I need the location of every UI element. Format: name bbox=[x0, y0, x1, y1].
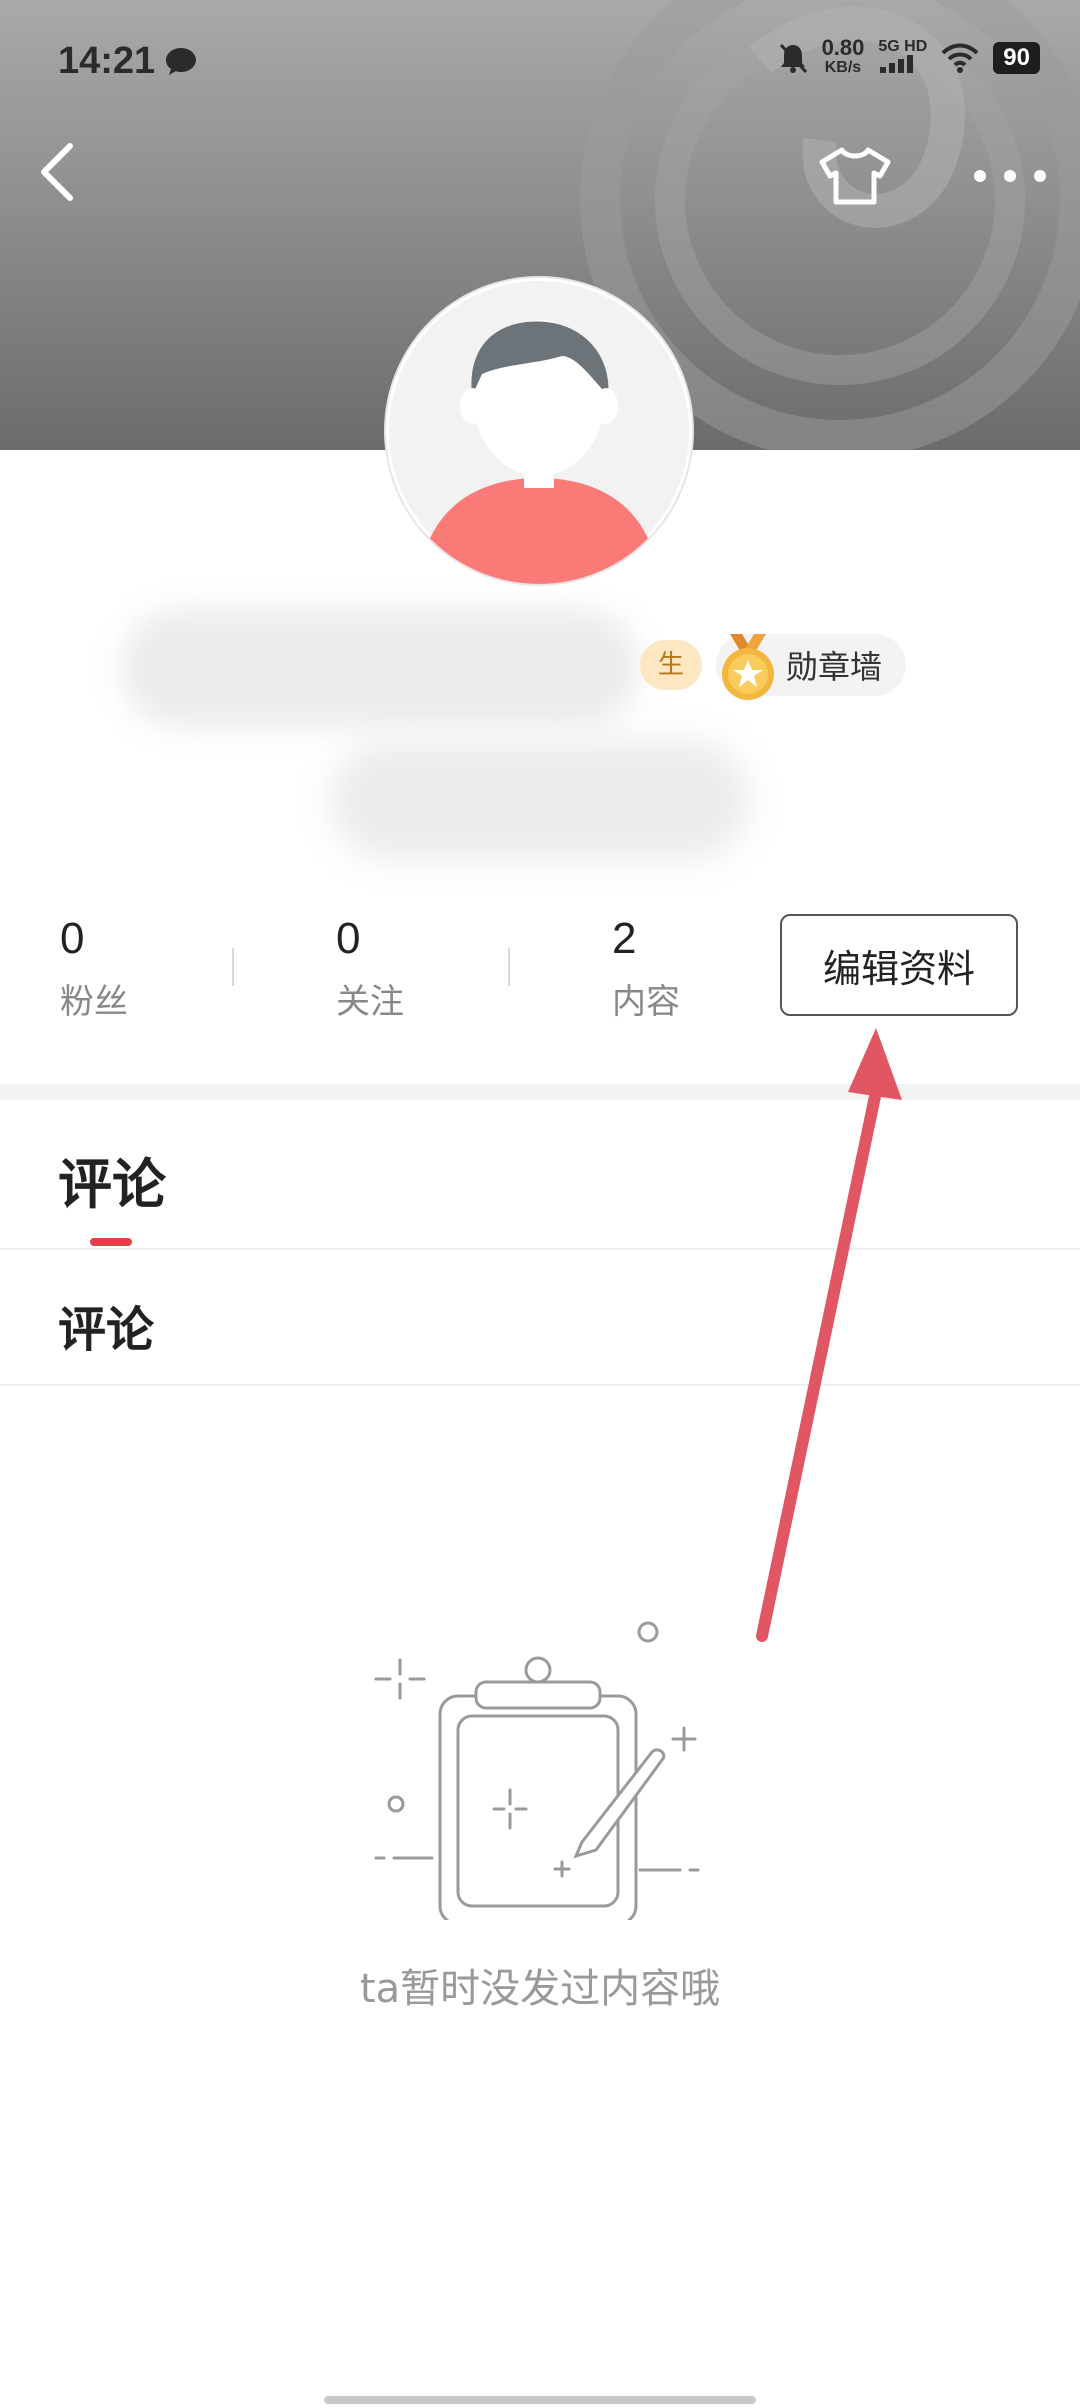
level-badge: 生 bbox=[640, 640, 703, 690]
status-time: 14:21 bbox=[58, 40, 156, 82]
empty-clipboard-icon bbox=[374, 1621, 700, 1920]
message-bubble-icon bbox=[166, 48, 196, 75]
stat-value: 0 bbox=[60, 914, 85, 963]
bio-redacted bbox=[330, 740, 750, 860]
stat-fans[interactable]: 0 粉丝 bbox=[60, 912, 128, 1023]
chevron-left-icon[interactable] bbox=[36, 140, 80, 204]
stat-label: 内容 bbox=[612, 982, 680, 1022]
section-divider bbox=[0, 1084, 1080, 1100]
tab-comments[interactable]: 评论 bbox=[58, 1140, 166, 1219]
medal-icon bbox=[722, 634, 774, 700]
more-dots-icon[interactable] bbox=[970, 166, 1050, 186]
default-avatar-icon bbox=[389, 281, 689, 584]
empty-state-message: ta暂时没发过内容哦 bbox=[359, 1966, 721, 2012]
stat-following[interactable]: 0 关注 bbox=[336, 912, 404, 1023]
edit-profile-button[interactable]: 编辑资料 bbox=[780, 914, 1018, 1016]
wifi-icon bbox=[941, 43, 979, 73]
net-speed-unit: KB/s bbox=[824, 59, 862, 76]
net-speed: 0.80 KB/s bbox=[821, 35, 865, 78]
stat-value: 0 bbox=[336, 914, 361, 963]
stat-divider bbox=[508, 948, 510, 986]
battery-icon: 90 bbox=[993, 42, 1040, 74]
status-icons: 0.80 KB/s 5G HD 90 bbox=[778, 35, 1040, 78]
stat-divider bbox=[232, 948, 234, 986]
stat-content[interactable]: 2 内容 bbox=[612, 912, 680, 1023]
section-title: 评论 bbox=[58, 1302, 155, 1358]
stat-value: 2 bbox=[612, 914, 637, 963]
network-type: 5G HD bbox=[878, 38, 928, 55]
tshirt-icon[interactable] bbox=[818, 146, 892, 206]
avatar[interactable] bbox=[386, 278, 692, 584]
divider bbox=[0, 1248, 1080, 1250]
stat-label: 粉丝 bbox=[60, 982, 128, 1022]
mute-bell-icon bbox=[779, 43, 807, 74]
signal-icon bbox=[880, 55, 914, 73]
divider bbox=[0, 1384, 1080, 1386]
username-redacted bbox=[120, 608, 640, 728]
medal-wall-label: 勋章墙 bbox=[786, 648, 883, 686]
tab-active-indicator bbox=[90, 1238, 132, 1246]
medal-wall-button[interactable]: 勋章墙 bbox=[716, 634, 907, 700]
stat-label: 关注 bbox=[336, 982, 404, 1022]
home-indicator[interactable] bbox=[324, 2396, 756, 2404]
net-speed-value: 0.80 bbox=[821, 35, 865, 60]
